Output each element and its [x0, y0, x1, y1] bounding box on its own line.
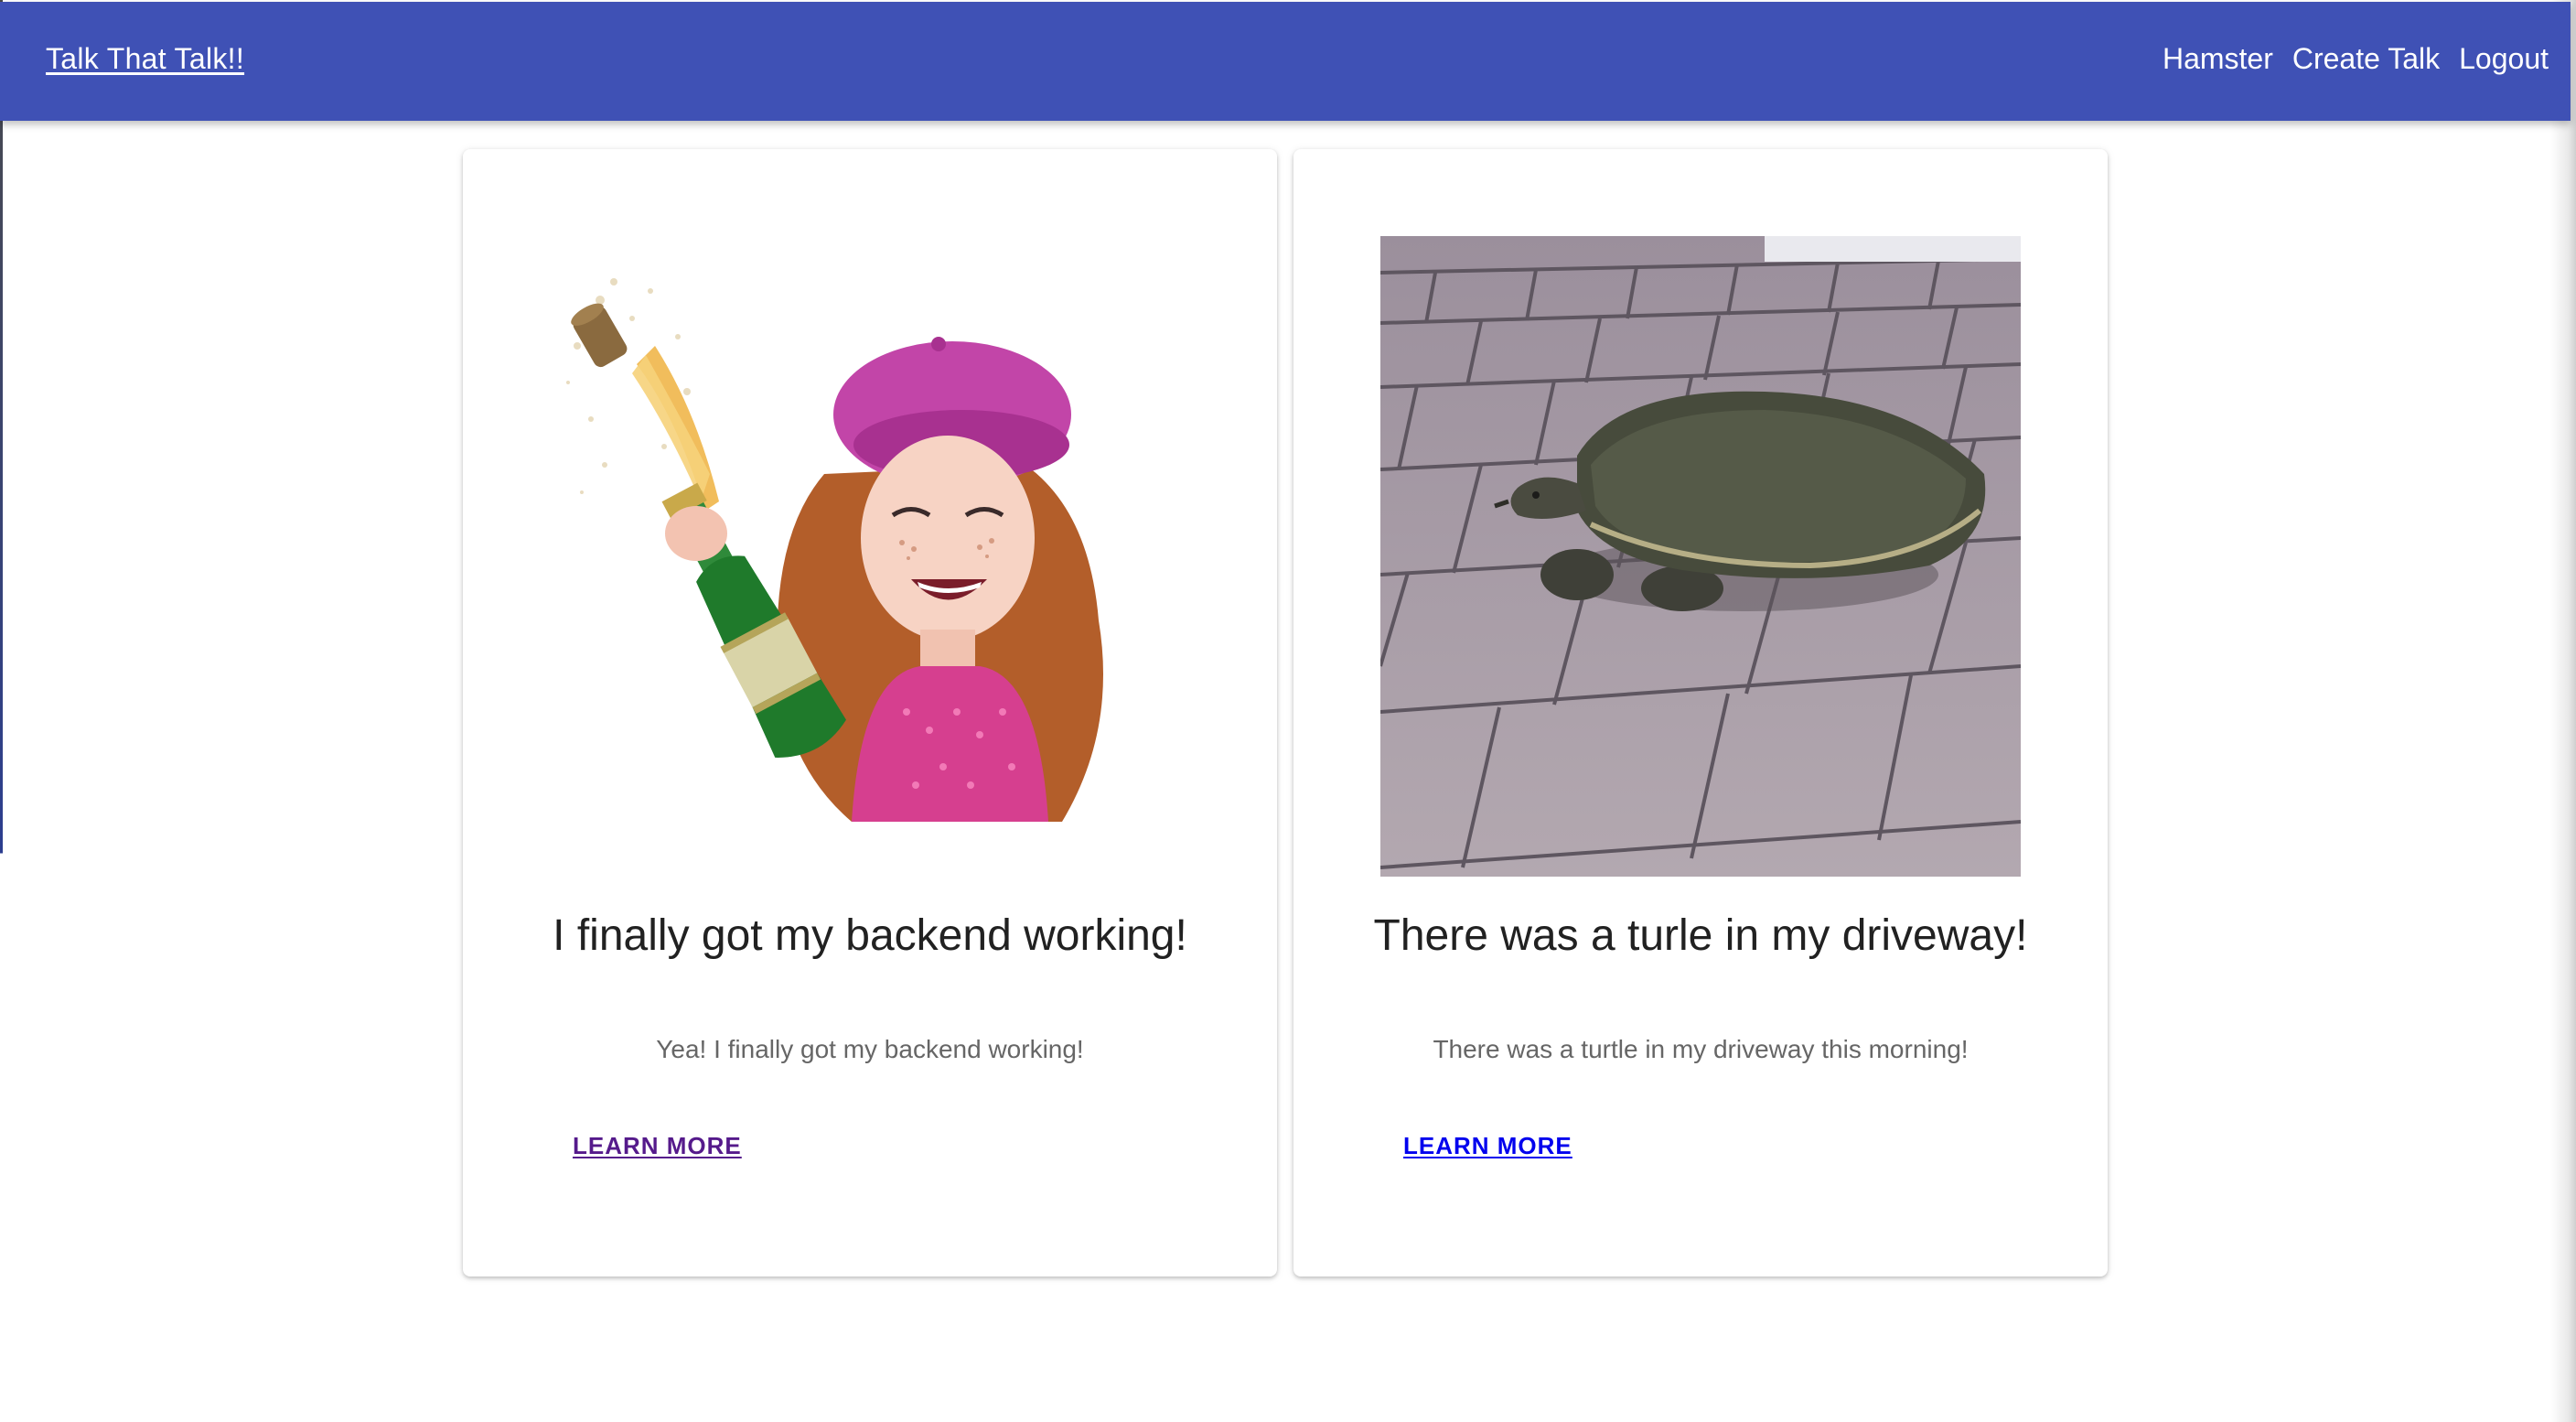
learn-more-link[interactable]: LEARN MORE: [1403, 1132, 1572, 1160]
app-bar: Talk That Talk!! Hamster Create Talk Log…: [0, 2, 2571, 121]
window-shadow: [2550, 0, 2576, 1422]
nav-user-hamster[interactable]: Hamster: [2163, 42, 2273, 76]
card-title: There was a turle in my driveway!: [1373, 911, 2028, 960]
top-nav: Hamster Create Talk Logout: [2163, 42, 2549, 76]
talk-card: I finally got my backend working! Yea! I…: [463, 149, 1277, 1277]
card-image-turtle: [1380, 236, 2021, 877]
learn-more-link[interactable]: LEARN MORE: [573, 1132, 742, 1160]
card-description: There was a turtle in my driveway this m…: [1433, 1035, 1969, 1063]
nav-create-talk[interactable]: Create Talk: [2292, 42, 2440, 76]
browser-viewport: Talk That Talk!! Hamster Create Talk Log…: [0, 0, 2576, 1422]
talk-card: There was a turle in my driveway! There …: [1293, 149, 2108, 1277]
brand-link[interactable]: Talk That Talk!!: [46, 42, 244, 76]
card-description: Yea! I finally got my backend working!: [656, 1035, 1084, 1063]
nav-logout[interactable]: Logout: [2459, 42, 2549, 76]
card-title: I finally got my backend working!: [553, 911, 1187, 960]
card-image-celebration: [550, 236, 1190, 877]
window-edge: [0, 0, 3, 1422]
